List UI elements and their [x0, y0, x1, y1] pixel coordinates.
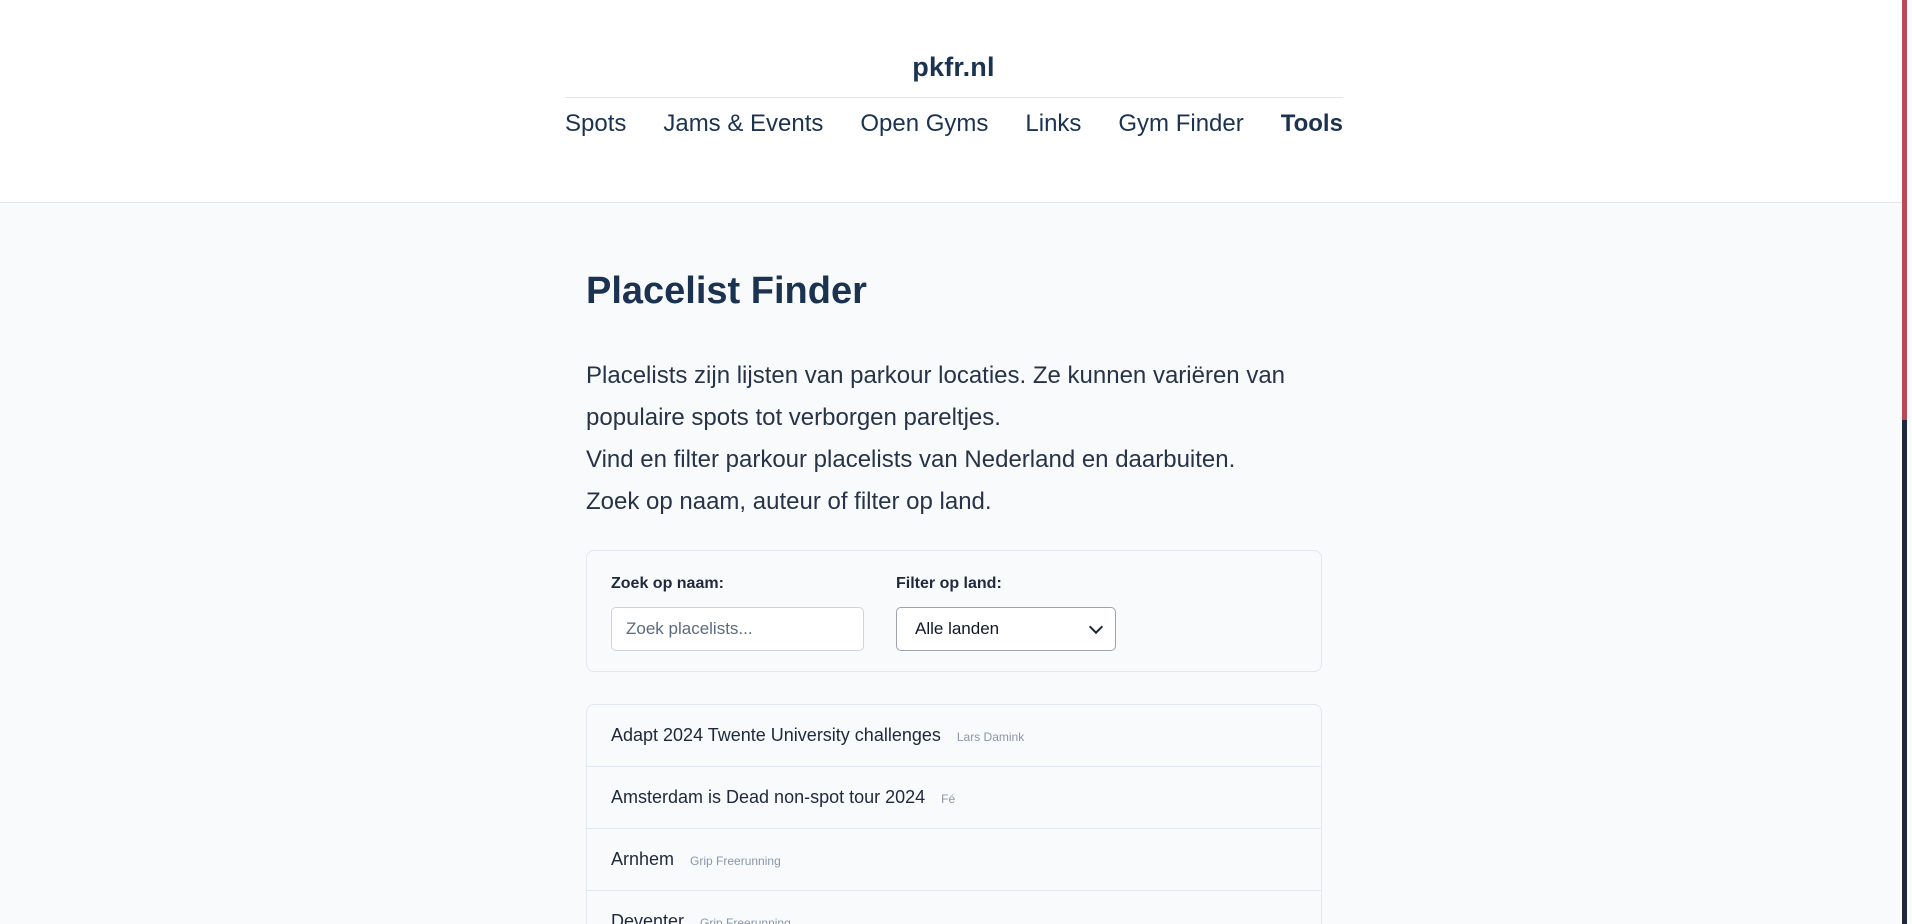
intro-paragraph: Zoek op naam, auteur of filter op land. [586, 488, 992, 515]
nav-divider [565, 97, 1343, 98]
placelist-author: Fé [941, 792, 956, 806]
nav-item-tools[interactable]: Tools [1281, 110, 1343, 138]
list-item[interactable]: Amsterdam is Dead non-spot tour 2024 Fé [587, 767, 1321, 829]
scrollbar-thumb[interactable] [1902, 0, 1907, 420]
intro-paragraph: Vind en filter parkour placelists van Ne… [586, 446, 1236, 473]
placelist-author: Grip Freerunning [700, 916, 791, 924]
country-select-value: Alle landen [915, 619, 1000, 638]
search-input[interactable] [611, 607, 864, 651]
list-item[interactable]: Arnhem Grip Freerunning [587, 829, 1321, 891]
page-title: Placelist Finder [586, 270, 867, 312]
nav-item-open-gyms[interactable]: Open Gyms [860, 110, 988, 138]
list-item[interactable]: Deventer Grip Freerunning [587, 891, 1321, 924]
intro-paragraph: Placelists zijn lijsten van parkour loca… [586, 362, 1286, 431]
browser-viewport: pkfr.nl Spots Jams & Events Open Gyms Li… [0, 0, 1907, 924]
placelist-list: Adapt 2024 Twente University challenges … [586, 704, 1322, 924]
placelist-name: Arnhem [611, 849, 675, 869]
nav-item-spots[interactable]: Spots [565, 110, 626, 138]
scrollbar[interactable] [1902, 0, 1907, 924]
country-select[interactable]: Alle landen [896, 607, 1116, 651]
placelist-author: Lars Damink [956, 730, 1025, 744]
placelist-name: Amsterdam is Dead non-spot tour 2024 [611, 787, 926, 807]
nav-item-links[interactable]: Links [1025, 110, 1081, 138]
list-item[interactable]: Adapt 2024 Twente University challenges … [587, 705, 1321, 767]
filter-panel: Zoek op naam: Filter op land: Alle lande… [586, 550, 1322, 672]
main-nav: Spots Jams & Events Open Gyms Links Gym … [565, 110, 1343, 138]
country-filter-label: Filter op land: [896, 575, 1002, 592]
nav-item-jams-events[interactable]: Jams & Events [663, 110, 823, 138]
site-header: pkfr.nl Spots Jams & Events Open Gyms Li… [0, 0, 1907, 203]
main-content: Placelist Finder Placelists zijn lijsten… [586, 203, 1322, 924]
chevron-down-icon [1088, 619, 1104, 634]
search-label: Zoek op naam: [611, 575, 724, 592]
intro-text: Placelists zijn lijsten van parkour loca… [586, 355, 1322, 523]
nav-item-gym-finder[interactable]: Gym Finder [1118, 110, 1243, 138]
placelist-author: Grip Freerunning [690, 854, 781, 868]
placelist-name: Adapt 2024 Twente University challenges [611, 725, 941, 745]
site-logo[interactable]: pkfr.nl [0, 52, 1907, 83]
placelist-name: Deventer [611, 911, 685, 924]
